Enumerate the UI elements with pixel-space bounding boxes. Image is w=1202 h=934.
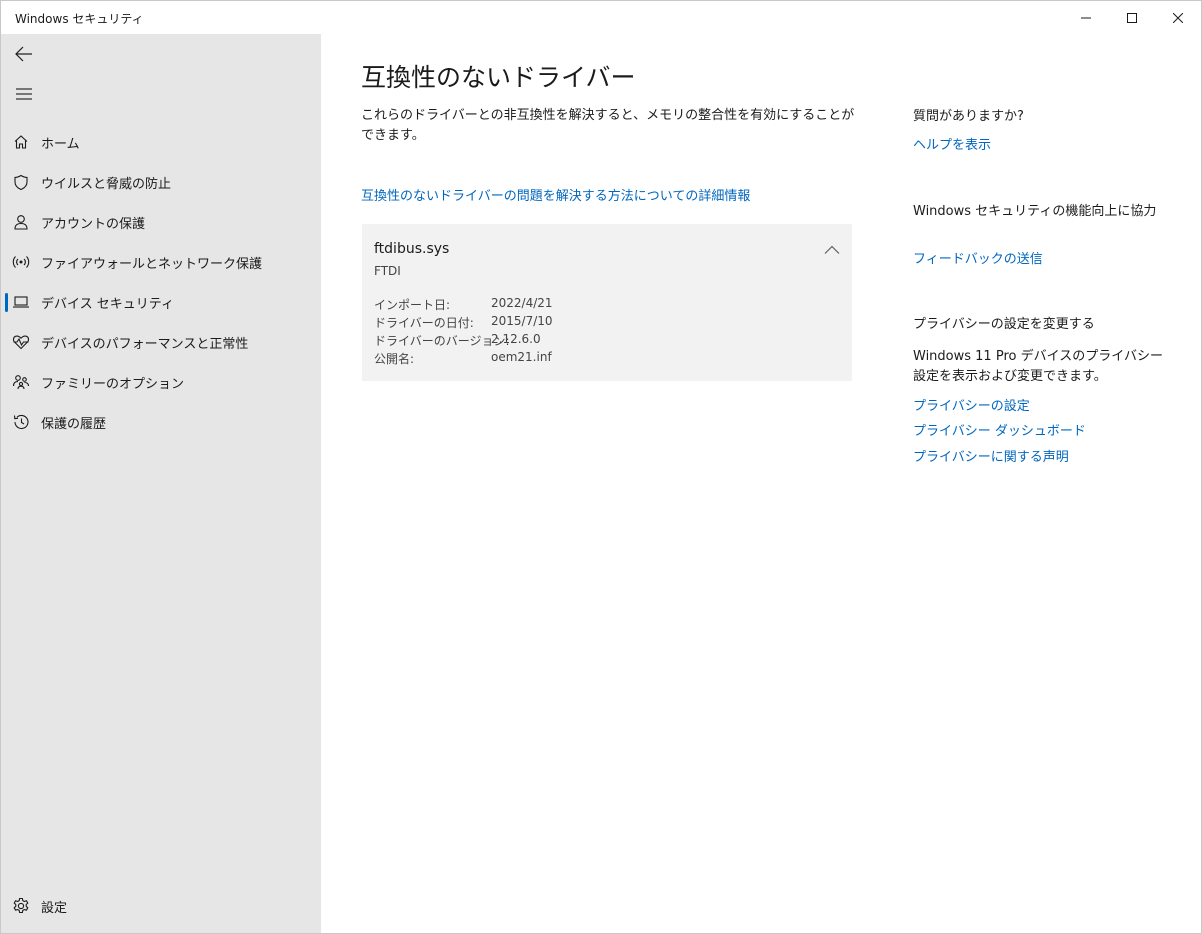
detail-value: oem21.inf [491,350,552,364]
privacy-heading: プライバシーの設定を変更する [913,317,1095,332]
menu-button[interactable] [9,79,39,109]
sidebar-item-family-options[interactable]: ファミリーのオプション [1,364,321,400]
maximize-button[interactable] [1109,1,1155,34]
sidebar-item-virus-protection[interactable]: ウイルスと脅威の防止 [1,164,321,200]
sidebar-item-device-security[interactable]: デバイス セキュリティ [1,284,321,320]
privacy-dashboard-link[interactable]: プライバシー ダッシュボード [913,420,1086,439]
collapse-button[interactable] [822,240,842,260]
aside-panel: 質問がありますか? ヘルプを表示 Windows セキュリティの機能向上に協力 … [913,34,1183,933]
page-description: これらのドライバーとの非互換性を解決すると、メモリの整合性を有効にすることができ… [361,108,855,143]
back-button[interactable] [9,39,39,69]
gear-icon [12,897,30,915]
privacy-settings-link[interactable]: プライバシーの設定 [913,395,1030,414]
sidebar-item-settings[interactable]: 設定 [1,888,321,924]
detail-key: ドライバーの日付: [374,316,474,330]
privacy-text: Windows 11 Pro デバイスのプライバシー設定を表示および変更できます… [913,349,1163,384]
sidebar-item-protection-history[interactable]: 保護の履歴 [1,404,321,440]
shield-icon [12,173,30,191]
question-heading: 質問がありますか? [913,109,1024,124]
sidebar-item-label: アカウントの保護 [41,217,146,232]
title-bar: Windows セキュリティ [1,1,1201,34]
minimize-icon [1081,17,1091,18]
minimize-button[interactable] [1063,1,1109,34]
driver-name: ftdibus.sys [374,241,450,257]
driver-card: ftdibus.sys FTDI インポート日: 2022/4/21 ドライバー… [362,224,852,381]
sidebar-item-label: デバイスのパフォーマンスと正常性 [41,337,249,352]
improve-heading: Windows セキュリティの機能向上に協力 [913,204,1157,219]
chevron-up-icon [824,245,840,254]
sidebar-item-device-performance[interactable]: デバイスのパフォーマンスと正常性 [1,324,321,360]
main-content: 互換性のないドライバー これらのドライバーとの非互換性を解決すると、メモリの整合… [321,34,881,933]
sidebar-item-label: 保護の履歴 [41,417,107,432]
driver-detail-row: ドライバーのバージョン: 2.12.6.0 [374,332,834,350]
feedback-link[interactable]: フィードバックの送信 [913,248,1043,267]
sidebar-item-label: ウイルスと脅威の防止 [41,177,172,192]
privacy-statement-link[interactable]: プライバシーに関する声明 [913,446,1069,465]
page-title: 互換性のないドライバー [361,63,636,92]
detail-key: ドライバーのバージョン: [374,334,510,348]
sidebar-item-label: 設定 [41,901,68,916]
close-button[interactable] [1155,1,1201,34]
sidebar-item-label: ファミリーのオプション [41,377,185,392]
app-window: Windows セキュリティ ホーム ウイルスと脅威の防止 アカウントの保護 フ… [0,0,1202,934]
detail-value: 2.12.6.0 [491,332,541,346]
detail-key: インポート日: [374,298,451,312]
driver-detail-row: ドライバーの日付: 2015/7/10 [374,314,834,332]
detail-key: 公開名: [374,352,415,366]
driver-detail-row: 公開名: oem21.inf [374,350,834,368]
back-arrow-icon [15,46,32,62]
sidebar-item-home[interactable]: ホーム [1,124,321,160]
hamburger-icon [16,88,32,100]
heart-pulse-icon [12,333,30,351]
sidebar-item-firewall[interactable]: ファイアウォールとネットワーク保護 [1,244,321,280]
sidebar-item-label: ファイアウォールとネットワーク保護 [41,257,263,272]
driver-info-link[interactable]: 互換性のないドライバーの問題を解決する方法についての詳細情報 [361,185,750,204]
sidebar-item-account-protection[interactable]: アカウントの保護 [1,204,321,240]
maximize-icon [1127,12,1137,23]
sidebar: ホーム ウイルスと脅威の防止 アカウントの保護 ファイアウォールとネットワーク保… [1,34,321,933]
window-title: Windows セキュリティ [15,12,144,26]
close-icon [1173,12,1183,23]
history-icon [12,413,30,431]
person-icon [12,213,30,231]
driver-vendor: FTDI [374,264,401,278]
detail-value: 2015/7/10 [491,314,553,328]
wireless-icon [12,253,30,271]
driver-detail-row: インポート日: 2022/4/21 [374,296,834,314]
home-icon [12,133,30,151]
help-link[interactable]: ヘルプを表示 [913,134,991,153]
active-indicator [5,293,8,312]
laptop-icon [12,293,30,311]
detail-value: 2022/4/21 [491,296,553,310]
sidebar-item-label: デバイス セキュリティ [41,297,174,312]
sidebar-item-label: ホーム [41,137,80,152]
family-icon [12,373,30,391]
